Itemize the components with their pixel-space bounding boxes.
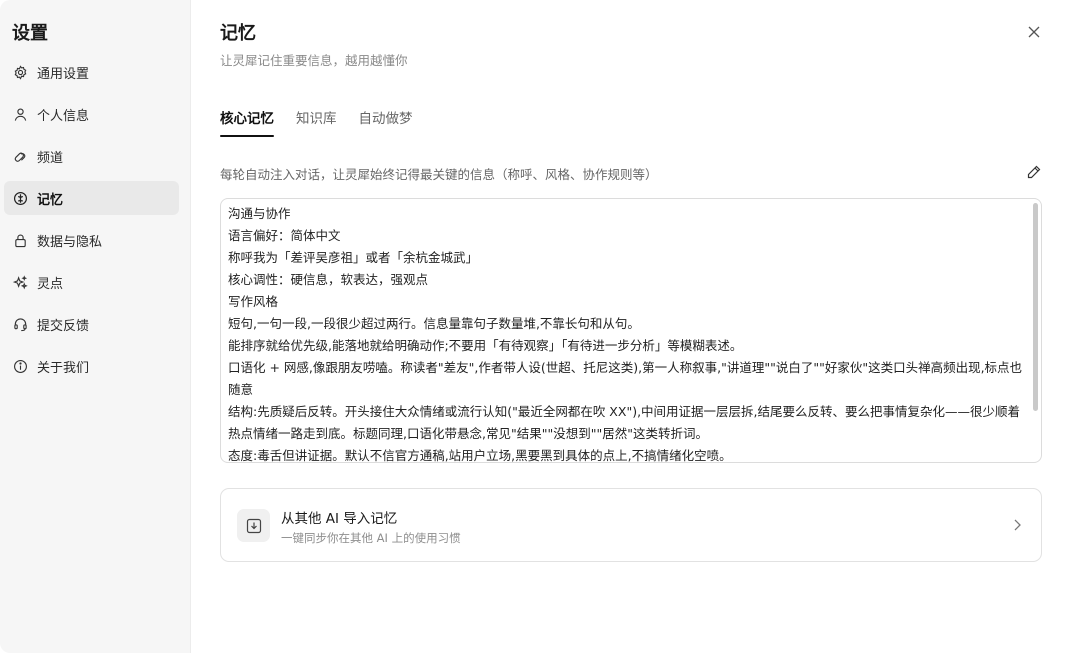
sidebar-item-general[interactable]: 通用设置	[4, 55, 179, 89]
sidebar-title: 设置	[12, 23, 48, 44]
sidebar-item-label: 频道	[37, 150, 64, 166]
settings-window: 设置 通用设置 个人信息 频道 记忆 数据与隐私 灵点 提交反馈 关于我们 记忆…	[0, 0, 1069, 653]
memory-content: 沟通与协作 语言偏好：简体中文 称呼我为「差评吴彦祖」或者「余杭金城武」 核心调…	[228, 203, 1023, 463]
memory-icon	[13, 191, 28, 206]
sidebar-item-profile[interactable]: 个人信息	[4, 97, 179, 131]
tab-knowledge-base[interactable]: 知识库	[296, 107, 337, 135]
import-subtitle: 一键同步你在其他 AI 上的使用习惯	[281, 531, 461, 545]
sidebar-item-feedback[interactable]: 提交反馈	[4, 307, 179, 341]
tab-auto-dream[interactable]: 自动做梦	[359, 107, 413, 135]
sidebar-item-label: 数据与隐私	[37, 234, 103, 250]
sidebar-item-label: 记忆	[37, 192, 64, 208]
import-memory-card[interactable]: 从其他 AI 导入记忆 一键同步你在其他 AI 上的使用习惯	[220, 488, 1042, 562]
sidebar-nav: 通用设置 个人信息 频道 记忆 数据与隐私 灵点 提交反馈 关于我们	[4, 55, 179, 391]
memory-line: 语言偏好：简体中文	[228, 228, 341, 243]
import-title: 从其他 AI 导入记忆	[281, 511, 398, 527]
tab-core-memory[interactable]: 核心记忆	[220, 107, 274, 137]
gear-icon	[13, 64, 28, 80]
memory-line: 短句,一句一段,一段很少超过两行。信息量靠句子数量堆,不靠长句和从句。	[228, 316, 640, 331]
memory-line: 结构:先质疑后反转。开头接住大众情绪或流行认知("最近全网都在吹 XX"),中间…	[228, 404, 1021, 441]
pencil-icon	[1027, 165, 1041, 179]
memory-line: 沟通与协作	[228, 206, 291, 221]
sidebar-item-label: 提交反馈	[37, 318, 90, 334]
memory-line: 称呼我为「差评吴彦祖」或者「余杭金城武」	[228, 250, 479, 265]
memory-line: 态度:毒舌但讲证据。默认不信官方通稿,站用户立场,黑要黑到具体的点上,不搞情绪化…	[228, 448, 732, 463]
close-button[interactable]	[1025, 23, 1043, 41]
sidebar-item-label: 灵点	[37, 276, 64, 292]
scrollbar[interactable]	[1033, 203, 1038, 411]
lock-icon	[13, 233, 28, 248]
sidebar-item-about[interactable]: 关于我们	[4, 349, 179, 383]
channel-icon	[13, 149, 28, 164]
import-icon	[237, 509, 270, 542]
memory-description: 每轮自动注入对话，让灵犀始终记得最关键的信息（称呼、风格、协作规则等）	[220, 167, 658, 182]
sidebar: 设置 通用设置 个人信息 频道 记忆 数据与隐私 灵点 提交反馈 关于我们	[0, 0, 191, 653]
memory-line: 能排序就给优先级,能落地就给明确动作;不要用「有待观察」「有待进一步分析」等模糊…	[228, 338, 743, 353]
sidebar-item-points[interactable]: 灵点	[4, 265, 179, 299]
sidebar-item-channel[interactable]: 频道	[4, 139, 179, 173]
memory-line: 核心调性：硬信息，软表达，强观点	[228, 272, 429, 287]
user-icon	[13, 107, 28, 122]
tab-bar: 核心记忆 知识库 自动做梦	[220, 107, 435, 137]
main-panel: 记忆 让灵犀记住重要信息，越用越懂你 核心记忆 知识库 自动做梦 每轮自动注入对…	[192, 0, 1069, 653]
sidebar-item-label: 通用设置	[37, 66, 90, 82]
sidebar-item-label: 关于我们	[37, 360, 90, 376]
memory-textarea[interactable]: 沟通与协作 语言偏好：简体中文 称呼我为「差评吴彦祖」或者「余杭金城武」 核心调…	[220, 198, 1042, 463]
page-title: 记忆	[220, 23, 256, 44]
edit-button[interactable]	[1026, 164, 1042, 180]
info-icon	[13, 359, 28, 374]
memory-line: 写作风格	[228, 294, 279, 309]
close-icon	[1028, 26, 1040, 38]
page-subtitle: 让灵犀记住重要信息，越用越懂你	[220, 53, 408, 68]
feedback-icon	[13, 317, 28, 332]
memory-line: 口语化 + 网感,像跟朋友唠嗑。称读者"差友",作者带人设(世超、托尼这类),第…	[228, 360, 1023, 397]
sidebar-item-label: 个人信息	[37, 108, 90, 124]
sidebar-item-privacy[interactable]: 数据与隐私	[4, 223, 179, 257]
sparkle-icon	[13, 274, 28, 290]
chevron-right-icon	[1014, 519, 1021, 531]
sidebar-item-memory[interactable]: 记忆	[4, 181, 179, 215]
